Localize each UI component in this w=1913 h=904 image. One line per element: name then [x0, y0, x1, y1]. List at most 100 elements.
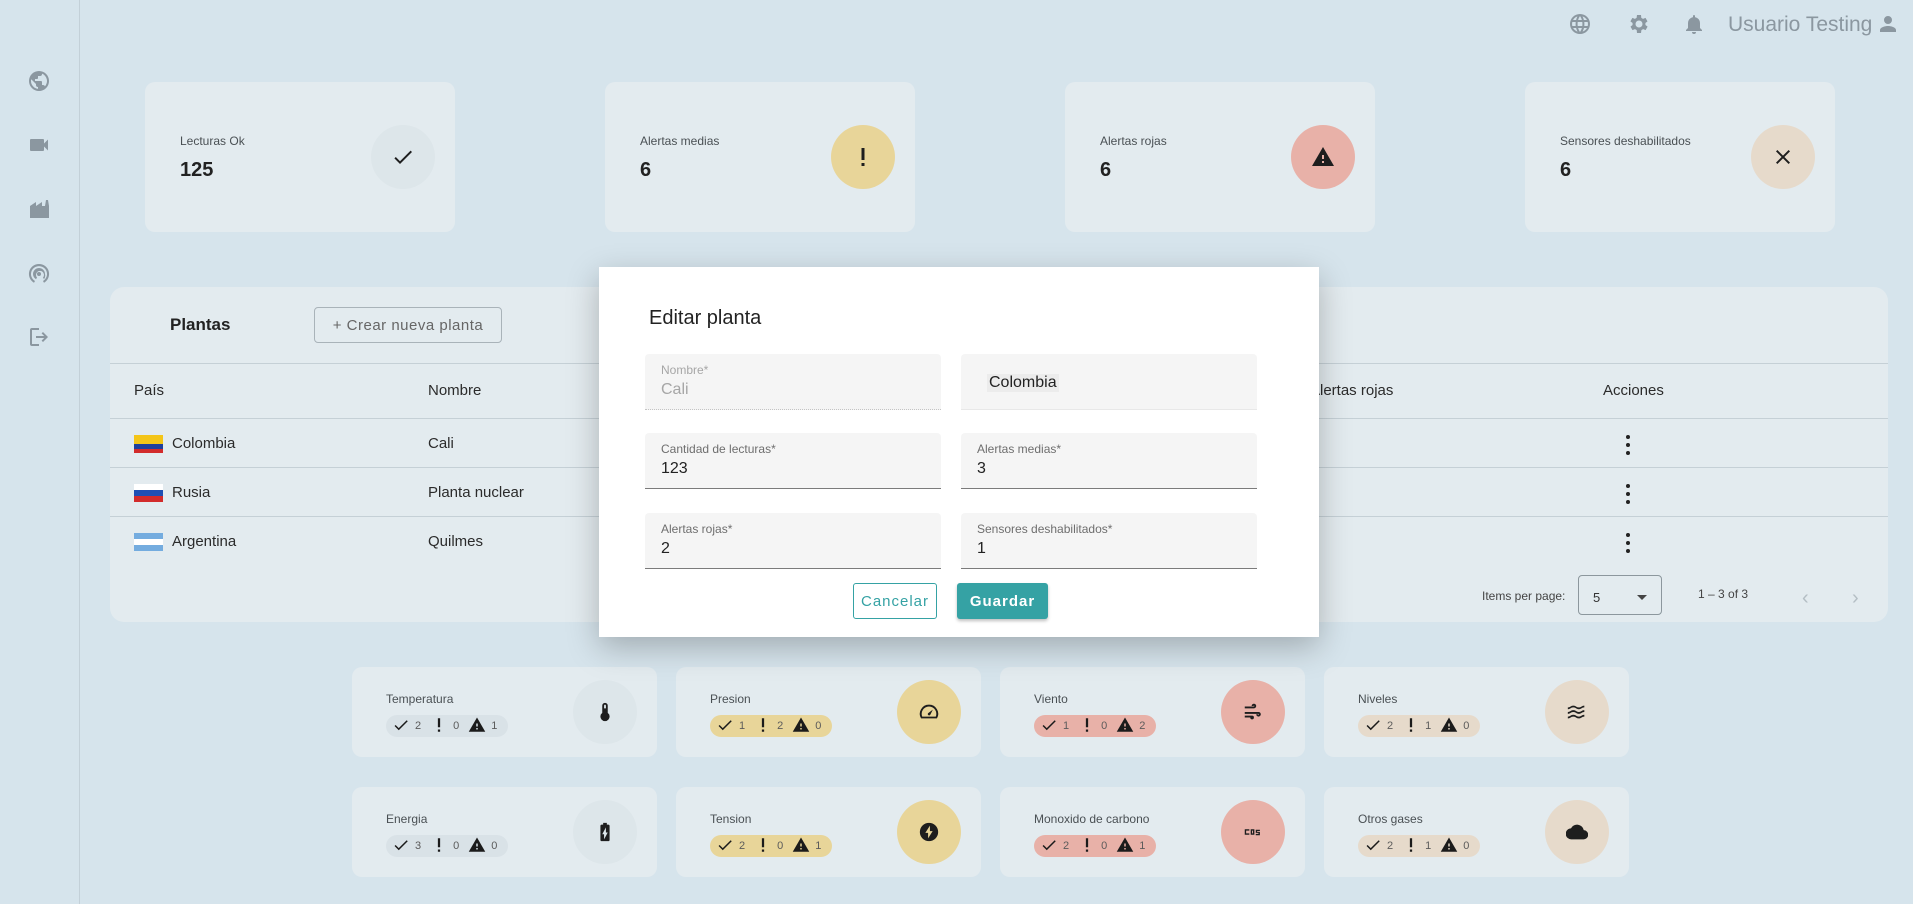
warning-triangle-icon: [468, 716, 486, 737]
row-actions-button[interactable]: [1625, 484, 1631, 504]
warning-triangle-icon: [468, 836, 486, 857]
sensor-status-pill: 1 0 2: [1034, 715, 1157, 737]
settings-icon[interactable]: [1626, 12, 1652, 38]
exclamation-icon: [1078, 716, 1096, 737]
stat-label: Sensores deshabilitados: [1560, 134, 1691, 148]
row-actions-button[interactable]: [1625, 533, 1631, 553]
sensor-card-viento[interactable]: Viento 1 0 2: [1000, 667, 1305, 757]
co2-icon: [1221, 800, 1285, 864]
medias-count: 0: [1101, 720, 1108, 732]
gauge-icon: [897, 680, 961, 744]
ok-count: 2: [1387, 840, 1394, 852]
table-cell-pais: Rusia: [172, 484, 211, 501]
check-icon: [716, 716, 734, 737]
language-icon[interactable]: [1568, 12, 1594, 38]
sensor-status-pill: 2 1 0: [1358, 715, 1481, 737]
ok-count: 2: [415, 720, 422, 732]
stat-value: 125: [180, 159, 214, 181]
cancel-button[interactable]: Cancelar: [853, 583, 937, 619]
field-value: Cali: [661, 381, 689, 398]
field-value[interactable]: 123: [661, 460, 688, 478]
check-icon: [716, 836, 734, 857]
check-icon: [1364, 716, 1382, 737]
sensor-status-pill: 2 0 1: [710, 835, 833, 857]
sensor-card-energia[interactable]: Energia 3 0 0: [352, 787, 657, 877]
sensor-card-presion[interactable]: Presion 1 2 0: [676, 667, 981, 757]
next-page-icon[interactable]: ›: [1852, 587, 1859, 610]
battery-icon: [573, 800, 637, 864]
column-header-alertas-rojas[interactable]: Alertas rojas: [1310, 382, 1393, 399]
rojas-count: 0: [491, 840, 498, 852]
sensor-status-pill: 3 0 0: [386, 835, 509, 857]
pais-select[interactable]: Colombia: [961, 354, 1257, 410]
field-label: Nombre*: [661, 363, 709, 377]
medias-count: 0: [1101, 840, 1108, 852]
stat-value: 6: [1560, 159, 1572, 181]
rojas-count: 1: [815, 840, 822, 852]
page-size-select[interactable]: 5: [1578, 575, 1662, 615]
cantidad-lecturas-field[interactable]: Cantidad de lecturas* 123: [645, 433, 941, 489]
rojas-count: 0: [1463, 720, 1470, 732]
warning-triangle-icon: [792, 716, 810, 737]
stat-label: Lecturas Ok: [180, 134, 245, 148]
column-header-nombre[interactable]: Nombre: [428, 382, 481, 399]
flag-colombia-icon: [134, 435, 163, 453]
table-cell-nombre: Planta nuclear: [428, 484, 524, 501]
bell-icon[interactable]: [1682, 12, 1708, 38]
column-header-pais[interactable]: País: [134, 382, 164, 399]
rojas-count: 0: [1463, 840, 1470, 852]
sensor-icon[interactable]: [24, 258, 54, 288]
sensor-card-tension[interactable]: Tension 2 0 1: [676, 787, 981, 877]
user-icon[interactable]: [1876, 12, 1902, 38]
alertas-rojas-field[interactable]: Alertas rojas* 2: [645, 513, 941, 569]
field-label: Alertas rojas*: [661, 522, 733, 536]
stat-card-sensores-deshabilitados: Sensores deshabilitados 6: [1525, 82, 1835, 232]
ok-count: 1: [1063, 720, 1070, 732]
field-value[interactable]: 1: [977, 540, 986, 558]
check-icon: [392, 716, 410, 737]
thermometer-icon: [573, 680, 637, 744]
column-header-acciones: Acciones: [1603, 382, 1664, 399]
rojas-count: 0: [815, 720, 822, 732]
sensor-label: Presion: [710, 692, 751, 706]
sensor-card-niveles[interactable]: Niveles 2 1 0: [1324, 667, 1629, 757]
previous-page-icon[interactable]: ‹: [1802, 587, 1809, 610]
create-plant-button[interactable]: + Crear nueva planta: [314, 307, 502, 343]
sensor-card-otros-gases[interactable]: Otros gases 2 1 0: [1324, 787, 1629, 877]
waves-icon: [1545, 680, 1609, 744]
sensor-card-monoxido-de-carbono[interactable]: Monoxido de carbono 2 0 1: [1000, 787, 1305, 877]
rojas-count: 1: [1139, 840, 1146, 852]
field-value[interactable]: 2: [661, 540, 670, 558]
exclamation-icon: [831, 125, 895, 189]
save-button[interactable]: Guardar: [957, 583, 1048, 619]
row-actions-button[interactable]: [1625, 435, 1631, 455]
close-icon: [1751, 125, 1815, 189]
rojas-count: 2: [1139, 720, 1146, 732]
check-icon: [1040, 836, 1058, 857]
sensores-deshabilitados-field[interactable]: Sensores deshabilitados* 1: [961, 513, 1257, 569]
factory-icon[interactable]: [24, 194, 54, 224]
video-camera-icon[interactable]: [24, 130, 54, 160]
sensor-card-temperatura[interactable]: Temperatura 2 0 1: [352, 667, 657, 757]
check-icon: [1040, 716, 1058, 737]
stat-card-alertas-rojas: Alertas rojas 6: [1065, 82, 1375, 232]
stat-card-alertas-medias: Alertas medias 6: [605, 82, 915, 232]
sensor-label: Otros gases: [1358, 812, 1423, 826]
medias-count: 0: [453, 840, 460, 852]
user-name[interactable]: Usuario Testing: [1728, 13, 1872, 37]
medias-count: 0: [453, 720, 460, 732]
check-icon: [371, 125, 435, 189]
field-label: Sensores deshabilitados*: [977, 522, 1113, 536]
alertas-medias-field[interactable]: Alertas medias* 3: [961, 433, 1257, 489]
medias-count: 0: [777, 840, 784, 852]
items-per-page-label: Items per page:: [1482, 589, 1566, 603]
field-label: Cantidad de lecturas*: [661, 442, 776, 456]
stat-label: Alertas rojas: [1100, 134, 1167, 148]
sensor-status-pill: 2 0 1: [1034, 835, 1157, 857]
sensor-label: Tension: [710, 812, 752, 826]
logout-icon[interactable]: [24, 322, 54, 352]
table-cell-pais: Argentina: [172, 533, 237, 550]
bolt-icon: [897, 800, 961, 864]
globe-icon[interactable]: [24, 66, 54, 96]
field-value[interactable]: 3: [977, 460, 986, 478]
